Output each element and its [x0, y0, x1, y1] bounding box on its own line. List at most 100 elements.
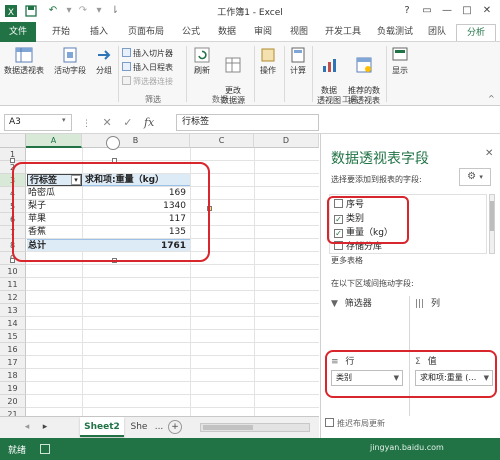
filter-icon: ▼ [331, 299, 338, 309]
recommended-pivot-tables-button[interactable]: 推荐的数 据透视表 [344, 46, 384, 116]
group-button[interactable]: 分组 [92, 46, 116, 76]
gridline-horizontal [26, 342, 319, 343]
tab-analyze[interactable]: 分析 [456, 24, 496, 41]
row-header[interactable]: 21 [0, 408, 26, 416]
tab-formulas[interactable]: 公式 [174, 24, 208, 41]
field-list-scrollbar-thumb[interactable] [490, 201, 494, 231]
tab-insert[interactable]: 插入 [82, 24, 116, 41]
row-header[interactable]: 10 [0, 265, 26, 278]
recommended-pivot-icon [355, 56, 373, 74]
actions-button[interactable]: 操作 [256, 46, 280, 76]
annotation-row-value-zones [325, 350, 497, 398]
row-header[interactable]: 11 [0, 278, 26, 291]
horizontal-scrollbar-thumb[interactable] [203, 425, 253, 430]
minimize-button[interactable]: — [438, 4, 456, 18]
active-field-button[interactable]: 活动字段 [50, 46, 90, 76]
pane-subtitle: 选择要添加到报表的字段: [331, 175, 422, 184]
status-bar: 就绪 jingyan.baidu.com [0, 438, 500, 460]
row-header[interactable]: 16 [0, 343, 26, 356]
filter-connections-button[interactable]: 筛选器连接 [122, 76, 173, 88]
gridline-horizontal [26, 277, 319, 278]
sheet-tab-sheet2[interactable]: Sheet2 [80, 417, 124, 437]
field-list-scrollbar[interactable] [489, 194, 495, 254]
close-window-button[interactable]: ✕ [478, 4, 496, 18]
timeline-icon [122, 62, 131, 71]
column-header-b[interactable]: B [82, 134, 190, 148]
add-sheet-button[interactable]: + [168, 420, 182, 434]
group-label-tools: 工具 [342, 95, 358, 104]
insert-slicer-button[interactable]: 插入切片器 [122, 48, 173, 60]
more-tables-link[interactable]: 更多表格 [331, 255, 363, 266]
cancel-entry-icon[interactable]: ✕ [103, 116, 112, 129]
gridline-horizontal [26, 303, 319, 304]
row-header[interactable]: 14 [0, 317, 26, 330]
ribbon-tabs: 文件 开始 插入 页面布局 公式 数据 审阅 视图 开发工具 负载测试 团队 分… [0, 22, 500, 42]
insert-timeline-button[interactable]: 插入日程表 [122, 62, 173, 74]
sheet-tab-other[interactable]: She [126, 417, 152, 437]
row-header[interactable]: 18 [0, 369, 26, 382]
change-data-source-button[interactable]: 更改 数据源 [218, 46, 248, 116]
pivot-table-button[interactable]: 数据透视表 [2, 46, 46, 76]
gridline-horizontal [26, 394, 319, 395]
rotate-handle-icon[interactable] [106, 136, 120, 150]
worksheet-grid[interactable]: A B C D 12345678910111213141516171819202… [0, 134, 319, 416]
row-header[interactable]: 13 [0, 304, 26, 317]
name-box-dropdown-icon[interactable]: ▾ [62, 116, 66, 124]
sheet-nav-prev-icon[interactable]: ◂ [20, 417, 34, 437]
gridline-horizontal [26, 160, 319, 161]
tab-view[interactable]: 视图 [282, 24, 316, 41]
collapse-ribbon-icon[interactable]: ^ [488, 94, 495, 103]
show-button[interactable]: 显示 [388, 46, 412, 76]
column-header-c[interactable]: C [190, 134, 254, 148]
ribbon-separator [254, 46, 255, 102]
row-header[interactable]: 15 [0, 330, 26, 343]
pane-settings-button[interactable]: ⚙ ▾ [459, 168, 491, 186]
maximize-button[interactable]: □ [458, 4, 476, 18]
row-header[interactable]: 19 [0, 382, 26, 395]
pivot-chart-icon [320, 56, 338, 74]
tab-load-test[interactable]: 负载测试 [370, 24, 420, 41]
group-label-filter: 筛选 [145, 95, 161, 104]
defer-layout-update[interactable]: 推迟布局更新 [325, 418, 385, 429]
help-button[interactable]: ? [398, 4, 416, 18]
tab-home[interactable]: 开始 [44, 24, 78, 41]
zone-filters[interactable]: ▼ 筛选器 [331, 296, 405, 348]
resize-handle[interactable] [10, 158, 15, 163]
row-header[interactable]: 20 [0, 395, 26, 408]
sheet-nav-next-icon[interactable]: ▸ [38, 417, 52, 437]
formula-input[interactable]: 行标签 [176, 114, 319, 131]
row-header[interactable]: 17 [0, 356, 26, 369]
pane-close-button[interactable]: ✕ [485, 148, 493, 159]
zone-columns[interactable]: ||| 列 [415, 296, 489, 348]
pivot-fields-pane: 数据透视表字段 ✕ 选择要添加到报表的字段: ⚙ ▾ 序号 ✓ 类别 ✓ 重量（kg… [320, 134, 500, 438]
tab-page-layout[interactable]: 页面布局 [120, 24, 172, 41]
column-header-d[interactable]: D [254, 134, 319, 148]
columns-icon: ||| [415, 299, 425, 309]
tab-file[interactable]: 文件 [0, 22, 36, 42]
ribbon: 数据透视表 活动字段 分组 插入切片器 插入日程表 筛选器连接 筛选 刷新 更改… [0, 42, 500, 106]
select-all-corner[interactable] [0, 134, 26, 148]
tab-team[interactable]: 团队 [422, 24, 452, 41]
calculations-button[interactable]: 计算 [286, 46, 310, 76]
actions-icon [259, 46, 277, 64]
gridline-horizontal [26, 264, 319, 265]
checkbox-unchecked[interactable] [325, 418, 334, 427]
macro-record-icon[interactable] [40, 444, 50, 454]
confirm-entry-icon[interactable]: ✓ [123, 116, 132, 129]
annotation-pivot-table [12, 162, 210, 262]
gridline-horizontal [26, 355, 319, 356]
gridline-horizontal [26, 290, 319, 291]
insert-function-icon[interactable]: fx [144, 116, 154, 129]
column-header-a[interactable]: A [26, 134, 82, 148]
gridline-horizontal [26, 368, 319, 369]
tab-review[interactable]: 审阅 [246, 24, 280, 41]
pivot-chart-button[interactable]: 数据 透视图 [314, 46, 344, 116]
group-arrow-icon [95, 46, 113, 64]
row-header[interactable]: 12 [0, 291, 26, 304]
refresh-button[interactable]: 刷新 [190, 46, 214, 76]
tab-developer[interactable]: 开发工具 [318, 24, 368, 41]
sheet-tab-more[interactable]: ... [152, 417, 166, 437]
ribbon-display-options-button[interactable]: ▭ [418, 4, 436, 18]
horizontal-scrollbar[interactable] [200, 423, 310, 432]
tab-data[interactable]: 数据 [210, 24, 244, 41]
